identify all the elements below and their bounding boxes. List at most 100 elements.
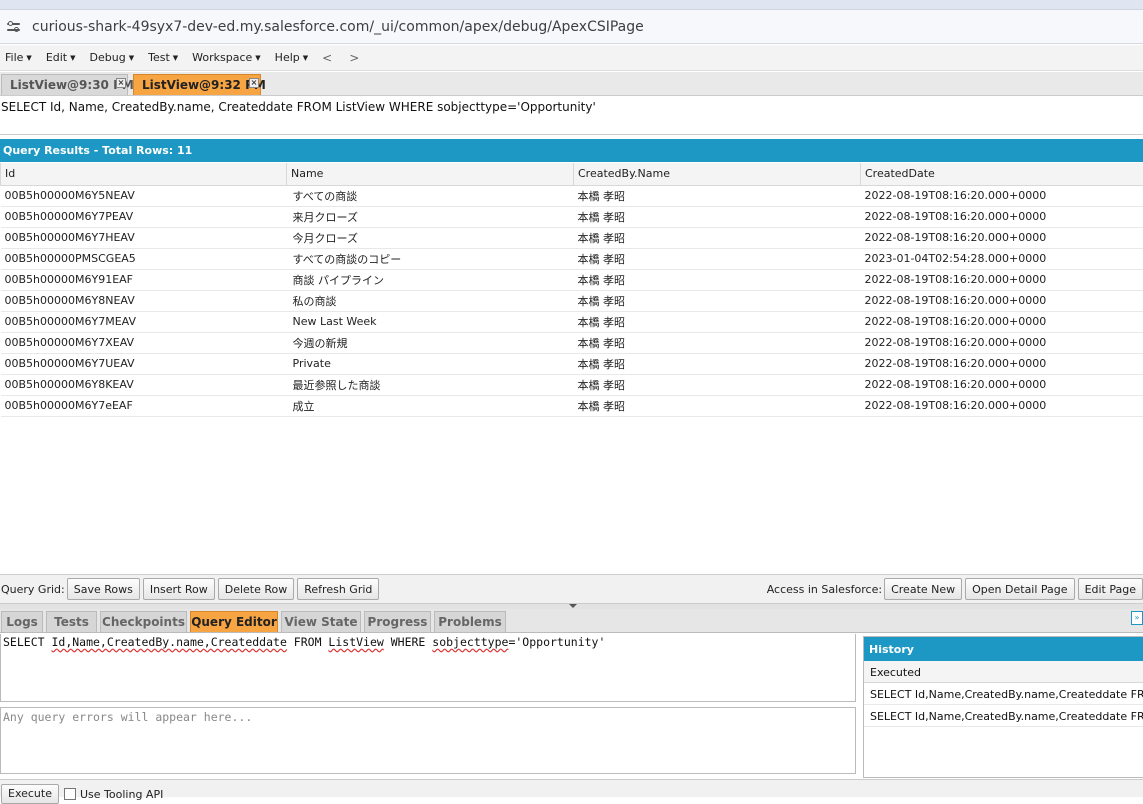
column-header-createddate[interactable]: CreatedDate	[861, 163, 1143, 185]
table-row[interactable]: 00B5h00000M6Y7HEAV今月クローズ本橋 孝昭2022-08-19T…	[1, 227, 1143, 248]
file-tab-listview-930[interactable]: ListView@9:30 PM ×	[1, 74, 128, 95]
table-row[interactable]: 00B5h00000M6Y8NEAV私の商談本橋 孝昭2022-08-19T08…	[1, 290, 1143, 311]
table-cell[interactable]: すべての商談のコピー	[287, 248, 574, 269]
edit-page-button[interactable]: Edit Page	[1078, 578, 1143, 600]
tab-problems[interactable]: Problems	[434, 611, 506, 632]
menu-test[interactable]: Test▼	[148, 51, 178, 64]
file-tab-bar: ListView@9:30 PM × ListView@9:32 PM ×	[0, 72, 1143, 96]
table-cell[interactable]: 私の商談	[287, 290, 574, 311]
table-cell[interactable]: 2022-08-19T08:16:20.000+0000	[861, 353, 1143, 374]
table-row[interactable]: 00B5h00000M6Y7PEAV来月クローズ本橋 孝昭2022-08-19T…	[1, 206, 1143, 227]
caret-down-icon: ▼	[70, 54, 75, 62]
table-cell[interactable]: 00B5h00000M6Y7HEAV	[1, 227, 287, 248]
table-cell[interactable]: 2022-08-19T08:16:20.000+0000	[861, 227, 1143, 248]
table-row[interactable]: 00B5h00000M6Y7XEAV今週の新規本橋 孝昭2022-08-19T0…	[1, 332, 1143, 353]
tab-query-editor[interactable]: Query Editor	[190, 611, 278, 632]
table-cell[interactable]: 2022-08-19T08:16:20.000+0000	[861, 290, 1143, 311]
table-cell[interactable]: 2023-01-04T02:54:28.000+0000	[861, 248, 1143, 269]
open-detail-page-button[interactable]: Open Detail Page	[965, 578, 1074, 600]
address-bar[interactable]: curious-shark-49syx7-dev-ed.my.salesforc…	[0, 10, 1143, 44]
table-cell[interactable]: New Last Week	[287, 311, 574, 332]
table-cell[interactable]: 00B5h00000M6Y7PEAV	[1, 206, 287, 227]
back-arrow-icon[interactable]: <	[322, 51, 332, 65]
tab-view-state[interactable]: View State	[281, 611, 361, 632]
use-tooling-api-checkbox[interactable]	[64, 788, 76, 800]
table-cell[interactable]: 本橋 孝昭	[574, 374, 861, 395]
table-cell[interactable]: 00B5h00000M6Y7UEAV	[1, 353, 287, 374]
close-icon[interactable]: ×	[249, 78, 259, 88]
menu-debug-label: Debug	[90, 51, 126, 64]
tab-tests[interactable]: Tests	[46, 611, 97, 632]
insert-row-button[interactable]: Insert Row	[143, 578, 215, 600]
table-row[interactable]: 00B5h00000M6Y5NEAVすべての商談本橋 孝昭2022-08-19T…	[1, 185, 1143, 206]
table-row[interactable]: 00B5h00000M6Y7eEAF成立本橋 孝昭2022-08-19T08:1…	[1, 395, 1143, 416]
save-rows-button[interactable]: Save Rows	[67, 578, 140, 600]
menu-file[interactable]: File▼	[5, 51, 32, 64]
table-cell[interactable]: 本橋 孝昭	[574, 353, 861, 374]
table-cell[interactable]: 本橋 孝昭	[574, 206, 861, 227]
execute-button[interactable]: Execute	[1, 784, 59, 804]
collapse-panel-icon[interactable]: »	[1131, 611, 1143, 625]
menu-help-label: Help	[275, 51, 300, 64]
browser-tab-strip	[0, 0, 1143, 10]
table-row[interactable]: 00B5h00000M6Y7UEAVPrivate本橋 孝昭2022-08-19…	[1, 353, 1143, 374]
table-cell[interactable]: 2022-08-19T08:16:20.000+0000	[861, 395, 1143, 416]
url-text[interactable]: curious-shark-49syx7-dev-ed.my.salesforc…	[32, 19, 644, 35]
menu-edit[interactable]: Edit▼	[46, 51, 76, 64]
table-cell[interactable]: 本橋 孝昭	[574, 227, 861, 248]
table-cell[interactable]: 2022-08-19T08:16:20.000+0000	[861, 185, 1143, 206]
refresh-grid-button[interactable]: Refresh Grid	[297, 578, 379, 600]
menu-help[interactable]: Help▼	[275, 51, 308, 64]
table-cell[interactable]: 本橋 孝昭	[574, 395, 861, 416]
tab-progress[interactable]: Progress	[364, 611, 431, 632]
table-cell[interactable]: 00B5h00000M6Y8KEAV	[1, 374, 287, 395]
table-cell[interactable]: 今週の新規	[287, 332, 574, 353]
close-icon[interactable]: ×	[116, 78, 126, 88]
table-cell[interactable]: 00B5h00000M6Y7eEAF	[1, 395, 287, 416]
column-header-name[interactable]: Name	[287, 163, 574, 185]
table-cell[interactable]: 00B5h00000M6Y91EAF	[1, 269, 287, 290]
table-cell[interactable]: 2022-08-19T08:16:20.000+0000	[861, 206, 1143, 227]
history-item[interactable]: SELECT Id,Name,CreatedBy.name,Createddat…	[864, 705, 1143, 727]
table-cell[interactable]: 最近参照した商談	[287, 374, 574, 395]
table-row[interactable]: 00B5h00000M6Y8KEAV最近参照した商談本橋 孝昭2022-08-1…	[1, 374, 1143, 395]
forward-arrow-icon[interactable]: >	[349, 51, 359, 65]
table-cell[interactable]: 2022-08-19T08:16:20.000+0000	[861, 332, 1143, 353]
table-cell[interactable]: 2022-08-19T08:16:20.000+0000	[861, 374, 1143, 395]
table-cell[interactable]: 2022-08-19T08:16:20.000+0000	[861, 269, 1143, 290]
delete-row-button[interactable]: Delete Row	[218, 578, 295, 600]
column-header-createdby[interactable]: CreatedBy.Name	[574, 163, 861, 185]
create-new-button[interactable]: Create New	[884, 578, 962, 600]
table-row[interactable]: 00B5h00000M6Y91EAF商談 パイプライン本橋 孝昭2022-08-…	[1, 269, 1143, 290]
table-cell[interactable]: 本橋 孝昭	[574, 269, 861, 290]
table-cell[interactable]: すべての商談	[287, 185, 574, 206]
table-cell[interactable]: 成立	[287, 395, 574, 416]
table-cell[interactable]: 来月クローズ	[287, 206, 574, 227]
table-row[interactable]: 00B5h00000PMSCGEA5すべての商談のコピー本橋 孝昭2023-01…	[1, 248, 1143, 269]
table-cell[interactable]: 00B5h00000M6Y5NEAV	[1, 185, 287, 206]
table-cell[interactable]: 2022-08-19T08:16:20.000+0000	[861, 311, 1143, 332]
table-cell[interactable]: 本橋 孝昭	[574, 290, 861, 311]
file-tab-listview-932[interactable]: ListView@9:32 PM ×	[133, 74, 261, 95]
table-cell[interactable]: 本橋 孝昭	[574, 248, 861, 269]
table-cell[interactable]: 商談 パイプライン	[287, 269, 574, 290]
table-row[interactable]: 00B5h00000M6Y7MEAVNew Last Week本橋 孝昭2022…	[1, 311, 1143, 332]
table-cell[interactable]: 本橋 孝昭	[574, 332, 861, 353]
collapse-arrow-icon[interactable]	[569, 604, 577, 608]
menu-workspace[interactable]: Workspace▼	[192, 51, 261, 64]
table-cell[interactable]: 今月クローズ	[287, 227, 574, 248]
query-editor-input[interactable]: SELECT Id,Name,CreatedBy.name,Createddat…	[0, 634, 856, 702]
history-item[interactable]: SELECT Id,Name,CreatedBy.name,Createddat…	[864, 683, 1143, 705]
site-settings-icon[interactable]	[7, 20, 21, 34]
tab-checkpoints[interactable]: Checkpoints	[100, 611, 187, 632]
column-header-id[interactable]: Id	[1, 163, 287, 185]
table-cell[interactable]: 00B5h00000M6Y8NEAV	[1, 290, 287, 311]
table-cell[interactable]: 00B5h00000M6Y7XEAV	[1, 332, 287, 353]
tab-logs[interactable]: Logs	[1, 611, 43, 632]
table-cell[interactable]: 本橋 孝昭	[574, 311, 861, 332]
menu-debug[interactable]: Debug▼	[90, 51, 135, 64]
table-cell[interactable]: 本橋 孝昭	[574, 185, 861, 206]
table-cell[interactable]: 00B5h00000M6Y7MEAV	[1, 311, 287, 332]
table-cell[interactable]: 00B5h00000PMSCGEA5	[1, 248, 287, 269]
table-cell[interactable]: Private	[287, 353, 574, 374]
